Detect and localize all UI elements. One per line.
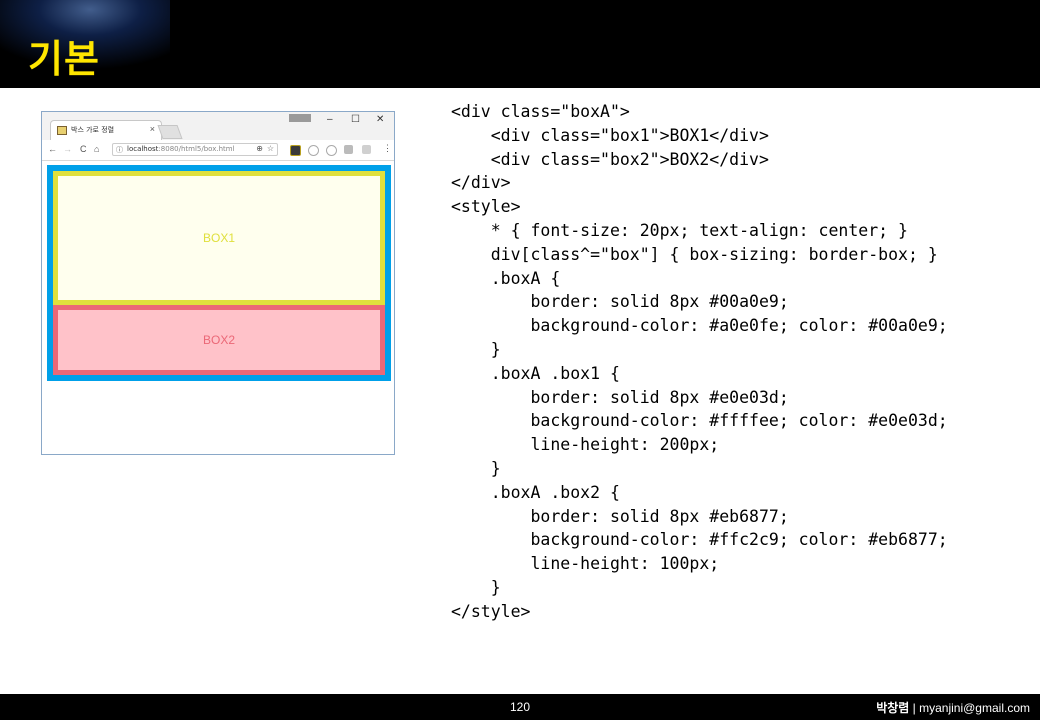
extension-icon[interactable] xyxy=(362,145,371,154)
code-line: .boxA .box1 { xyxy=(451,363,620,383)
author-email: myanjini@gmail.com xyxy=(919,701,1030,715)
slide-title: 기본 xyxy=(28,37,100,81)
author-separator: | xyxy=(909,701,920,715)
code-line: line-height: 200px; xyxy=(451,435,720,455)
code-line: .boxA { xyxy=(451,268,561,288)
browser-screenshot: 박스 가로 정렬 × – ☐ ✕ ← → C ⌂ ⓘ localhost:808… xyxy=(41,111,395,455)
home-icon[interactable]: ⌂ xyxy=(94,144,99,154)
extension-icon[interactable] xyxy=(290,145,301,156)
code-line: * { font-size: 20px; text-align: center;… xyxy=(451,220,908,240)
code-line: <div class="box2">BOX2</div> xyxy=(451,149,769,169)
code-line: background-color: #a0e0fe; color: #00a0e… xyxy=(451,316,948,336)
code-line: line-height: 100px; xyxy=(451,554,720,574)
box2: BOX2 xyxy=(53,305,385,375)
tab-strip: 박스 가로 정렬 × – ☐ ✕ xyxy=(42,112,394,140)
forward-arrow-icon[interactable]: → xyxy=(63,144,72,154)
star-icon[interactable]: ☆ xyxy=(267,144,274,153)
tab-close-icon[interactable]: × xyxy=(150,124,155,134)
maximize-button[interactable]: ☐ xyxy=(351,114,360,125)
boxA: BOX1 BOX2 xyxy=(47,165,391,381)
extension-icon[interactable] xyxy=(308,145,319,156)
code-line: div[class^="box"] { box-sizing: border-b… xyxy=(451,244,938,264)
author-credit: 박창렴 | myanjini@gmail.com xyxy=(876,699,1030,716)
code-line: border: solid 8px #e0e03d; xyxy=(451,387,789,407)
window-badge xyxy=(289,114,311,122)
code-line: <div class="box1">BOX1</div> xyxy=(451,125,769,145)
code-line: border: solid 8px #eb6877; xyxy=(451,506,789,526)
address-bar-row: ← → C ⌂ ⓘ localhost:8080/html5/box.html … xyxy=(42,140,394,161)
code-line: </div> xyxy=(451,173,511,193)
rendered-page: BOX1 BOX2 xyxy=(42,161,394,454)
back-arrow-icon[interactable]: ← xyxy=(48,144,57,154)
url-text: localhost:8080/html5/box.html xyxy=(127,145,235,153)
box1: BOX1 xyxy=(53,171,385,305)
code-line: </style> xyxy=(451,601,531,621)
code-line: background-color: #ffffee; color: #e0e03… xyxy=(451,411,948,431)
code-line: border: solid 8px #00a0e9; xyxy=(451,292,789,312)
zoom-icon[interactable]: ⊕ xyxy=(256,144,263,153)
author-name: 박창렴 xyxy=(876,701,910,715)
code-line: <style> xyxy=(451,197,521,217)
url-input[interactable]: ⓘ localhost:8080/html5/box.html ⊕ ☆ xyxy=(112,143,278,156)
code-line: <div class="boxA"> xyxy=(451,102,630,121)
code-line: .boxA .box2 { xyxy=(451,482,620,502)
info-icon[interactable]: ⓘ xyxy=(116,145,123,155)
code-line: background-color: #ffc2c9; color: #eb687… xyxy=(451,530,948,550)
code-line: } xyxy=(451,577,501,597)
menu-icon[interactable]: ⋮ xyxy=(383,143,392,154)
extension-icon[interactable] xyxy=(326,145,337,156)
code-listing: <div class="boxA"> <div class="box1">BOX… xyxy=(451,100,948,624)
title-banner: 기본 xyxy=(0,0,1040,88)
new-tab-button[interactable] xyxy=(157,125,183,139)
tab-title: 박스 가로 정렬 xyxy=(71,126,115,134)
footer-bar: 120 박창렴 | myanjini@gmail.com xyxy=(0,694,1040,720)
minimize-button[interactable]: – xyxy=(327,114,333,125)
favicon-icon xyxy=(57,126,67,135)
code-line: } xyxy=(451,339,501,359)
extension-icon[interactable] xyxy=(344,145,353,154)
close-window-button[interactable]: ✕ xyxy=(376,114,384,125)
browser-tab[interactable]: 박스 가로 정렬 × xyxy=(50,120,162,140)
code-line: } xyxy=(451,458,501,478)
reload-icon[interactable]: C xyxy=(80,144,87,154)
